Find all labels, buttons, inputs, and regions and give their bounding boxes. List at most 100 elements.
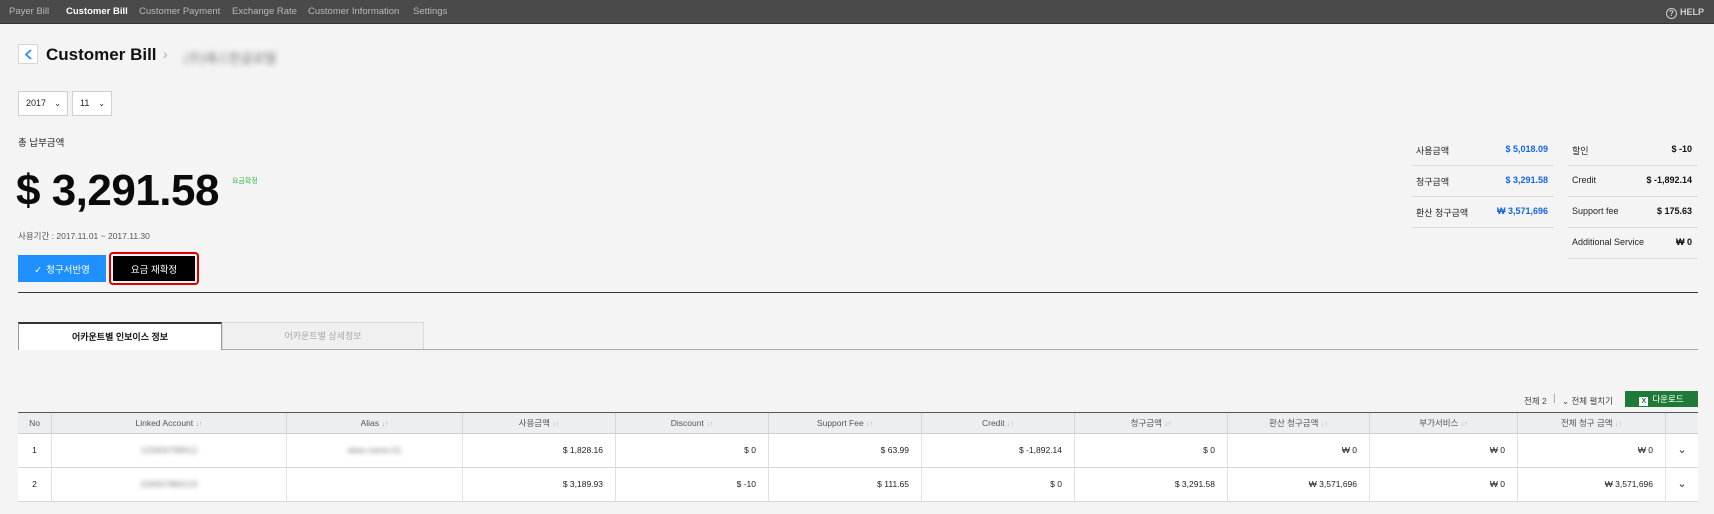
tab-underline (222, 349, 1698, 350)
status-badge: 요금확정 (232, 178, 258, 185)
header-discount[interactable]: Discount ↓↑ (616, 413, 769, 434)
nav-customer-information[interactable]: Customer Information (308, 0, 399, 24)
tab-account-invoice[interactable]: 어카운트별 인보이스 정보 (18, 322, 222, 350)
table-header: No Linked Account ↓↑ Alias ↓↑ 사용금액 ↓↑ Di… (18, 412, 1698, 434)
table-row[interactable]: 1 123456789012 alias-name-01 $ 1,828.16 … (18, 434, 1698, 468)
summary-label: 청구금액 (1416, 177, 1450, 187)
year-value: 2017 (26, 98, 47, 108)
summary-value: $ 175.63 (1656, 206, 1692, 216)
check-icon: ✓ (34, 264, 43, 276)
summary-label: Credit (1572, 175, 1597, 185)
header-support-fee[interactable]: Support Fee ↓↑ (769, 413, 922, 434)
summary-credit-row: Credit $ -1,892.14 (1568, 166, 1698, 197)
nav-payer-bill[interactable]: Payer Bill (9, 0, 49, 24)
sort-icon: ↓↑ (1460, 421, 1468, 428)
nav-customer-payment[interactable]: Customer Payment (139, 0, 220, 24)
header-alias[interactable]: Alias ↓↑ (287, 413, 463, 434)
cell-no: 1 (18, 434, 52, 467)
month-select[interactable]: 11 ⌄ (72, 91, 112, 116)
reconfirm-charge-button[interactable]: 요금 재확정 (113, 256, 195, 281)
cell-linked-account: 234567890123 (52, 468, 287, 501)
header-converted[interactable]: 환산 청구금액 ↓↑ (1228, 413, 1370, 434)
summary-value: $ 5,018.09 (1505, 144, 1548, 154)
total-payment-label: 총 납부금액 (18, 138, 65, 149)
summary-discount-row: 할인 $ -10 (1568, 135, 1698, 166)
breadcrumb-separator: › (163, 46, 168, 62)
summary-label: 사용금액 (1416, 146, 1450, 156)
download-button[interactable]: X 다운로드 (1625, 391, 1698, 407)
summary-value: $ -10 (1671, 144, 1692, 154)
help-label: HELP (1679, 7, 1704, 17)
year-select[interactable]: 2017 ⌄ (18, 91, 68, 116)
chevron-down-icon[interactable]: ⌄ (1666, 468, 1698, 501)
apply-label: 청구서반영 (46, 264, 90, 276)
cell-credit: $ 0 (922, 468, 1075, 501)
cell-converted: ₩ 0 (1228, 434, 1370, 467)
summary-value: $ 3,291.58 (1505, 175, 1548, 185)
section-divider (18, 292, 1698, 293)
cell-linked-account: 123456789012 (52, 434, 287, 467)
help-icon: ? (1665, 8, 1677, 19)
sort-icon: ↓↑ (1320, 421, 1328, 428)
cell-billed: $ 3,291.58 (1075, 468, 1228, 501)
chevron-down-icon[interactable]: ⌄ (1666, 434, 1698, 467)
header-total[interactable]: 전체 청구 금액 ↓↑ (1518, 413, 1666, 434)
summary-value: ₩ 3,571,696 (1496, 206, 1548, 216)
nav-settings[interactable]: Settings (413, 0, 447, 24)
cell-discount: $ -10 (616, 468, 769, 501)
summary-support-fee-row: Support fee $ 175.63 (1568, 197, 1698, 228)
header-usage[interactable]: 사용금액 ↓↑ (463, 413, 616, 434)
usage-period: 사용기간 : 2017.11.01 ~ 2017.11.30 (18, 231, 150, 241)
summary-label: 할인 (1572, 146, 1589, 156)
sort-icon: ↓↑ (1615, 421, 1623, 428)
header-credit[interactable]: Credit ↓↑ (922, 413, 1075, 434)
summary-converted-row: 환산 청구금액 ₩ 3,571,696 (1412, 197, 1554, 228)
summary-label: 환산 청구금액 (1416, 208, 1469, 218)
cell-total: ₩ 3,571,696 (1518, 468, 1666, 501)
sort-icon: ↓↑ (381, 421, 389, 428)
header-no: No (18, 413, 52, 434)
sort-icon: ↓↑ (1007, 421, 1015, 428)
month-value: 11 (80, 98, 90, 108)
cell-discount: $ 0 (616, 434, 769, 467)
summary-usage-row: 사용금액 $ 5,018.09 (1412, 135, 1554, 166)
cell-usage: $ 3,189.93 (463, 468, 616, 501)
sort-icon: ↓↑ (552, 421, 560, 428)
header-billed[interactable]: 청구금액 ↓↑ (1075, 413, 1228, 434)
sort-icon: ↓↑ (195, 421, 203, 428)
summary-billed-row: 청구금액 $ 3,291.58 (1412, 166, 1554, 197)
summary-value: $ -1,892.14 (1646, 175, 1692, 185)
header-linked-account[interactable]: Linked Account ↓↑ (52, 413, 287, 434)
cell-converted: ₩ 3,571,696 (1228, 468, 1370, 501)
total-payment-amount: $ 3,291.58 (16, 166, 219, 215)
back-button[interactable] (18, 44, 38, 64)
expand-all-toggle[interactable]: ⌄ 전체 펼치기 (1562, 395, 1613, 407)
cell-no: 2 (18, 468, 52, 501)
summary-value: ₩ 0 (1675, 237, 1692, 247)
sort-icon: ↓↑ (1164, 421, 1172, 428)
header-addon[interactable]: 부가서비스 ↓↑ (1370, 413, 1518, 434)
chevron-left-icon (24, 49, 32, 60)
help-link[interactable]: ? HELP (1665, 0, 1704, 24)
top-navigation: Payer Bill Customer Bill Customer Paymen… (0, 0, 1714, 24)
apply-to-invoice-button[interactable]: ✓ 청구서반영 (18, 255, 106, 282)
summary-additional-service-row: Additional Service ₩ 0 (1568, 228, 1698, 259)
cell-credit: $ -1,892.14 (922, 434, 1075, 467)
cell-alias (287, 468, 463, 501)
cell-support-fee: $ 111.65 (769, 468, 922, 501)
breadcrumb-customer-name: (주)예스한글로텔 (184, 51, 277, 66)
nav-customer-bill[interactable]: Customer Bill (66, 0, 128, 24)
expand-all-label: 전체 펼치기 (1571, 396, 1613, 406)
download-label: 다운로드 (1652, 393, 1684, 404)
cell-total: ₩ 0 (1518, 434, 1666, 467)
cell-alias: alias-name-01 (287, 434, 463, 467)
cell-addon: ₩ 0 (1370, 468, 1518, 501)
table-row[interactable]: 2 234567890123 $ 3,189.93 $ -10 $ 111.65… (18, 468, 1698, 502)
chevron-down-icon: ⌄ (98, 99, 105, 108)
toolbar-separator: | (1553, 393, 1556, 404)
chevron-down-icon: ⌄ (54, 99, 61, 108)
tab-account-detail[interactable]: 어카운트별 상세정보 (222, 322, 424, 350)
nav-exchange-rate[interactable]: Exchange Rate (232, 0, 297, 24)
cell-support-fee: $ 63.99 (769, 434, 922, 467)
total-count: 전체 2 (1524, 396, 1547, 406)
